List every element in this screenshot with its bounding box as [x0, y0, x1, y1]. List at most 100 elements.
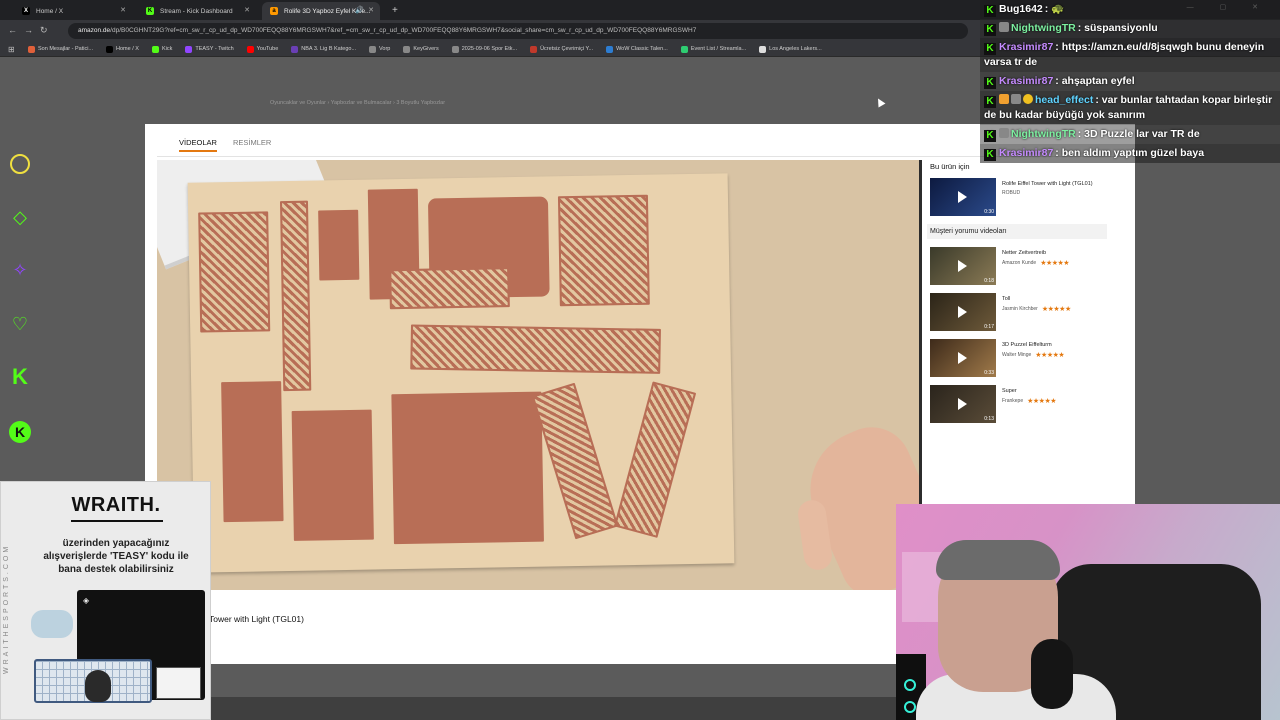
video-piece — [291, 409, 374, 541]
video-meta: Toll Jasmin Kirchber ★★★★★ — [1002, 295, 1112, 313]
video-thumbnail[interactable]: 0:13 — [930, 385, 996, 423]
folder-icon — [369, 45, 377, 53]
video-piece — [198, 211, 271, 333]
back-icon[interactable]: ← — [8, 25, 17, 35]
tab-videos[interactable]: VİDEOLAR — [179, 138, 217, 152]
kick-logo-icon: K — [984, 24, 996, 36]
tab-home-x[interactable]: X Home / X ✕ — [14, 2, 132, 20]
bookmark-item[interactable]: YouTube — [246, 45, 278, 53]
bookmark-favicon-icon — [606, 45, 614, 53]
video-player[interactable] — [157, 160, 922, 590]
close-icon[interactable]: ✕ — [244, 6, 250, 14]
tab-images[interactable]: RESİMLER — [233, 138, 271, 152]
tab-label: Stream - Kick Dashboard — [160, 7, 233, 15]
bookmark-item[interactable]: KeyGivers — [403, 45, 439, 53]
sparkle-icon: ✧ — [12, 260, 28, 280]
bookmark-item[interactable]: Ücretsiz Çevrimiçi Y... — [530, 45, 593, 53]
diamond-icon: ◇ — [13, 207, 27, 227]
close-icon[interactable]: ✕ — [368, 6, 374, 14]
video-thumbnail[interactable]: 0:33 — [930, 339, 996, 377]
tab-kick-dashboard[interactable]: K Stream - Kick Dashboard ✕ — [138, 2, 256, 20]
kick-logo-icon: K — [984, 149, 996, 161]
customer-videos-heading: Müşteri yorumu videoları — [927, 224, 1107, 239]
bookmark-item[interactable]: 2025-09-06 Spor Etk... — [451, 45, 517, 53]
star-rating-icon: ★★★★★ — [1027, 398, 1057, 405]
x-logo-icon — [106, 45, 114, 53]
reload-icon[interactable]: ↻ — [40, 25, 48, 36]
video-title[interactable]: Super — [1002, 387, 1112, 395]
video-piece — [613, 381, 697, 538]
customer-video-item[interactable]: 0:18 Netter Zeitvertreib Amazon Kunde ★★★… — [930, 247, 1110, 289]
bookmark-item[interactable]: Home / X — [106, 45, 139, 53]
chat-text: : ahşaptan eyfel — [1055, 75, 1135, 87]
video-piece — [557, 194, 650, 307]
video-meta: Netter Zeitvertreib Amazon Kunde ★★★★★ — [1002, 249, 1112, 267]
video-duration: 0:33 — [984, 370, 994, 376]
star-rating-icon: ★★★★★ — [1041, 306, 1071, 313]
url-path: /dp/B0CGHNT29G?ref=cm_sw_r_cp_ud_dp_WD70… — [110, 27, 697, 34]
bookmark-item[interactable]: Event List / Streamla... — [680, 45, 746, 53]
webcam-feed — [896, 504, 1280, 720]
bookmark-favicon-icon — [291, 45, 299, 53]
bookmark-favicon-icon — [530, 45, 538, 53]
video-piece — [531, 382, 619, 540]
video-duration: 0:18 — [984, 278, 994, 284]
customer-video-item[interactable]: 0:13 Super Frankepe ★★★★★ — [930, 385, 1110, 427]
bookmark-item[interactable]: Los Angeles Lakers... — [759, 45, 822, 53]
tab-amazon-rolife[interactable]: a Rolife 3D Yapboz Eyfel Kule... 🔊 ✕ — [262, 2, 380, 20]
close-icon[interactable]: ✕ — [120, 6, 126, 14]
kick-logo-icon: K — [984, 130, 996, 142]
customer-video-item[interactable]: 0:33 3D Puzzel Eiffelturm Walter Minge ★★… — [930, 339, 1110, 381]
video-puzzle-board — [187, 173, 735, 573]
chat-message: K NightwingTR: 3D Puzzle lar var TR de — [980, 125, 1280, 144]
video-piece — [389, 267, 510, 310]
video-piece — [279, 200, 312, 392]
video-meta: 3D Puzzel Eiffelturm Walter Minge ★★★★★ — [1002, 341, 1112, 359]
forward-icon[interactable]: → — [24, 25, 33, 35]
star-rating-icon: ★★★★★ — [1040, 260, 1070, 267]
video-author: Jasmin Kirchber ★★★★★ — [1002, 306, 1071, 313]
video-duration: 0:30 — [984, 209, 994, 215]
video-thumbnail[interactable]: 0:18 — [930, 247, 996, 285]
play-icon — [958, 260, 967, 272]
breadcrumb[interactable]: Oyuncaklar ve Oyunlar › Yapbozlar ve Bul… — [270, 100, 445, 106]
url-host: amazon.de — [78, 27, 111, 34]
amazon-logo-icon: a — [270, 7, 278, 15]
video-duration: 0:17 — [984, 324, 994, 330]
kick-logo-icon: K — [984, 77, 996, 89]
user-badge-icon — [1011, 94, 1021, 104]
play-icon — [958, 352, 967, 364]
bookmark-item[interactable]: Kick — [151, 45, 172, 53]
bookmark-item[interactable]: Son Mesajlar - Patici... — [28, 45, 93, 53]
bookmark-favicon-icon — [680, 45, 688, 53]
video-author: Frankepe ★★★★★ — [1002, 398, 1057, 405]
chat-username: head_effect — [1035, 94, 1094, 106]
circle-icon — [8, 152, 32, 176]
video-piece — [410, 324, 661, 374]
chat-username: Bug1642 — [999, 3, 1043, 15]
bookmark-item[interactable]: Vorp — [369, 45, 390, 53]
new-tab-button[interactable]: + — [386, 2, 404, 20]
video-author: Walter Minge ★★★★★ — [1002, 352, 1065, 359]
video-title[interactable]: Netter Zeitvertreib — [1002, 249, 1112, 257]
sponsor-ad: WRAITHESPORTS.COM WRAITH. üzerinden yapa… — [0, 481, 211, 720]
kick-coin-icon: K — [8, 419, 32, 443]
wraith-logo: WRAITH. — [71, 494, 161, 516]
bookmark-item[interactable]: NBA 3. Lig B Katego... — [291, 45, 356, 53]
wraith-emblem-icon: ◈ — [83, 596, 90, 605]
video-piece — [318, 209, 360, 281]
chat-message: K Krasimir87: ahşaptan eyfel — [980, 72, 1280, 91]
speaker-icon[interactable]: 🔊 — [355, 6, 364, 14]
bookmark-item[interactable]: WoW Classic Talen... — [606, 45, 668, 53]
url-input[interactable]: amazon.de/dp/B0CGHNT29G?ref=cm_sw_r_cp_u… — [68, 23, 968, 39]
screen: X Home / X ✕ K Stream - Kick Dashboard ✕… — [0, 0, 1280, 720]
twitch-logo-icon — [185, 45, 193, 53]
bookmark-item[interactable]: TEASY - Twitch — [185, 45, 234, 53]
apps-grid-icon[interactable]: ⊞ — [8, 45, 17, 54]
kick-logo-icon: K — [146, 7, 154, 15]
customer-video-item[interactable]: 0:17 Toll Jasmin Kirchber ★★★★★ — [930, 293, 1110, 335]
tab-label: Home / X — [36, 7, 64, 15]
video-title[interactable]: Toll — [1002, 295, 1112, 303]
video-title[interactable]: 3D Puzzel Eiffelturm — [1002, 341, 1112, 349]
video-thumbnail[interactable]: 0:17 — [930, 293, 996, 331]
